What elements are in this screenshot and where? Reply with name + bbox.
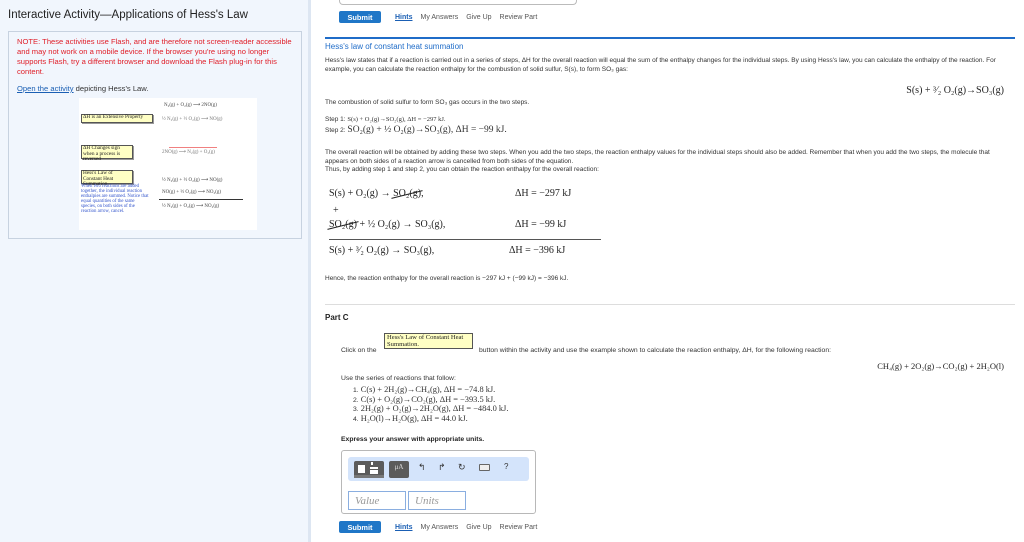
activity-reaction: NO(g) + ½ O₂(g) ⟶ NO₂(g): [162, 190, 222, 195]
undo-icon[interactable]: ↰: [418, 462, 426, 473]
reset-icon[interactable]: ↻: [458, 462, 466, 473]
part-c-title: Part C: [325, 313, 349, 322]
sum-row-2-dh: ΔH = −99 kJ: [515, 219, 567, 230]
changes-sign-button[interactable]: ΔH Changes sign when a process is revers…: [81, 145, 133, 162]
bottom-action-row: Submit Hints My Answers Give Up Review P…: [339, 521, 545, 533]
step-2: Step 2: SO₂(g) + ½ O₂(g)→SO₃(g), ΔH = −9…: [325, 125, 507, 135]
cancelled-species: SO₂(g): [393, 188, 422, 199]
sum-row-2: SO₂(g) + ½ O₂(g) → SO₃(g),: [329, 219, 446, 230]
target-equation: CH₄(g) + 2O₂(g)→CO₂(g) + 2H₂O(l): [877, 361, 1004, 371]
sum-row-1-dh: ΔH = −297 kJ: [515, 188, 572, 199]
activity-explanation: When two reactions are added together, t…: [81, 184, 149, 214]
click-on-text: Click on the: [341, 347, 377, 354]
review-part-link[interactable]: Review Part: [500, 524, 538, 531]
keyboard-icon[interactable]: [479, 464, 490, 471]
adding-paragraph: The overall reaction will be obtained by…: [325, 149, 990, 165]
flash-note: NOTE: These activities use Flash, and ar…: [17, 37, 292, 76]
click-rest-text: button within the activity and use the e…: [479, 347, 832, 354]
use-series-text: Use the series of reactions that follow:: [341, 375, 456, 382]
activity-panel: Interactive Activity—Applications of Hes…: [0, 0, 311, 542]
value-input[interactable]: Value: [348, 491, 406, 510]
sum-line: [159, 199, 243, 200]
give-up-link[interactable]: Give Up: [466, 14, 491, 21]
hints-link[interactable]: Hints: [395, 524, 413, 531]
activity-reaction: ½ N₂(g) + ½ O₂(g) ⟶ NO(g): [162, 178, 223, 183]
help-icon[interactable]: ?: [504, 462, 508, 471]
hess-law-button[interactable]: Hess's Law of Constant Heat Summation.: [81, 170, 133, 187]
sum-line: [329, 239, 601, 240]
activity-box: NOTE: These activities use Flash, and ar…: [8, 31, 302, 239]
open-activity-text: depicting Hess's Law.: [73, 84, 149, 93]
redo-icon[interactable]: ↱: [438, 462, 446, 473]
activity-image: ΔH is an Extensive Property ΔH Changes s…: [79, 98, 257, 230]
units-input[interactable]: Units: [408, 491, 466, 510]
math-toolbar: μA ↰ ↱ ↻ ?: [348, 457, 529, 481]
step-1: Step 1: S(s) + O₂(g)→SO₂(g), ΔH = −297 k…: [325, 116, 446, 123]
overall-equation: S(s) + ³⁄₂ O₂(g)→SO₃(g): [906, 85, 1004, 96]
activity-reaction: 2NO(g) ⟶ N₂(g) + O₂(g): [162, 150, 215, 155]
intro-paragraph: Hess's law states that if a reaction is …: [325, 57, 996, 73]
previous-answer-box: [339, 0, 577, 5]
extensive-property-button[interactable]: ΔH is an Extensive Property: [81, 114, 153, 123]
plus-sign: +: [333, 205, 339, 216]
part-divider: [325, 304, 1015, 305]
top-action-row: Submit Hints My Answers Give Up Review P…: [339, 11, 545, 23]
reverse-arrow: [169, 147, 217, 148]
my-answers-link[interactable]: My Answers: [421, 14, 459, 21]
section-title: Hess's law of constant heat summation: [325, 42, 464, 51]
hence-paragraph: Hence, the reaction enthalpy for the ove…: [325, 275, 569, 282]
hints-link[interactable]: Hints: [395, 14, 413, 21]
activity-reaction: N₂(g) + O₂(g) ⟶ 2NO(g): [164, 103, 217, 108]
steps-block: Step 1: S(s) + O₂(g)→SO₂(g), ΔH = −297 k…: [325, 114, 507, 136]
my-answers-link[interactable]: My Answers: [421, 524, 459, 531]
hess-law-activity-button[interactable]: Hess's Law of Constant Heat Summation.: [384, 333, 473, 349]
section-divider: [325, 37, 1015, 39]
review-part-link[interactable]: Review Part: [500, 14, 538, 21]
submit-button[interactable]: Submit: [339, 11, 381, 23]
templates-icon[interactable]: [354, 461, 384, 478]
sum-row-3: S(s) + ³⁄₂ O₂(g) → SO₃(g),: [329, 245, 435, 256]
units-icon[interactable]: μA: [389, 461, 409, 478]
open-activity-line: Open the activity depicting Hess's Law.: [17, 84, 148, 93]
sum-row-3-dh: ΔH = −396 kJ: [509, 245, 566, 256]
open-activity-link[interactable]: Open the activity: [17, 84, 74, 93]
activity-reaction: ½ N₂(g) + O₂(g) ⟶ NO₂(g): [162, 204, 220, 209]
two-steps-text: The combustion of solid sulfur to form S…: [325, 99, 530, 106]
list-item: 4. H₂O(l)→H₂O(g), ΔH = 44.0 kJ.: [353, 413, 468, 423]
panel-title: Interactive Activity—Applications of Hes…: [8, 9, 248, 21]
reaction-list: 1. C(s) + 2H₂(g)→CH₄(g), ΔH = −74.8 kJ. …: [353, 385, 508, 424]
submit-button[interactable]: Submit: [339, 521, 381, 533]
activity-reaction: ½ N₂(g) + ½ O₂(g) ⟶ NO(g): [162, 117, 223, 122]
thus-paragraph: Thus, by adding step 1 and step 2, you c…: [325, 166, 599, 173]
cancelled-species: SO₂(g): [329, 219, 357, 230]
sum-row-1: S(s) + O₂(g) → SO₂(g),: [329, 188, 424, 199]
give-up-link[interactable]: Give Up: [466, 524, 491, 531]
question-panel: Submit Hints My Answers Give Up Review P…: [311, 0, 1024, 542]
answer-box: μA ↰ ↱ ↻ ? Value Units: [341, 450, 536, 514]
express-instruction: Express your answer with appropriate uni…: [341, 436, 485, 443]
